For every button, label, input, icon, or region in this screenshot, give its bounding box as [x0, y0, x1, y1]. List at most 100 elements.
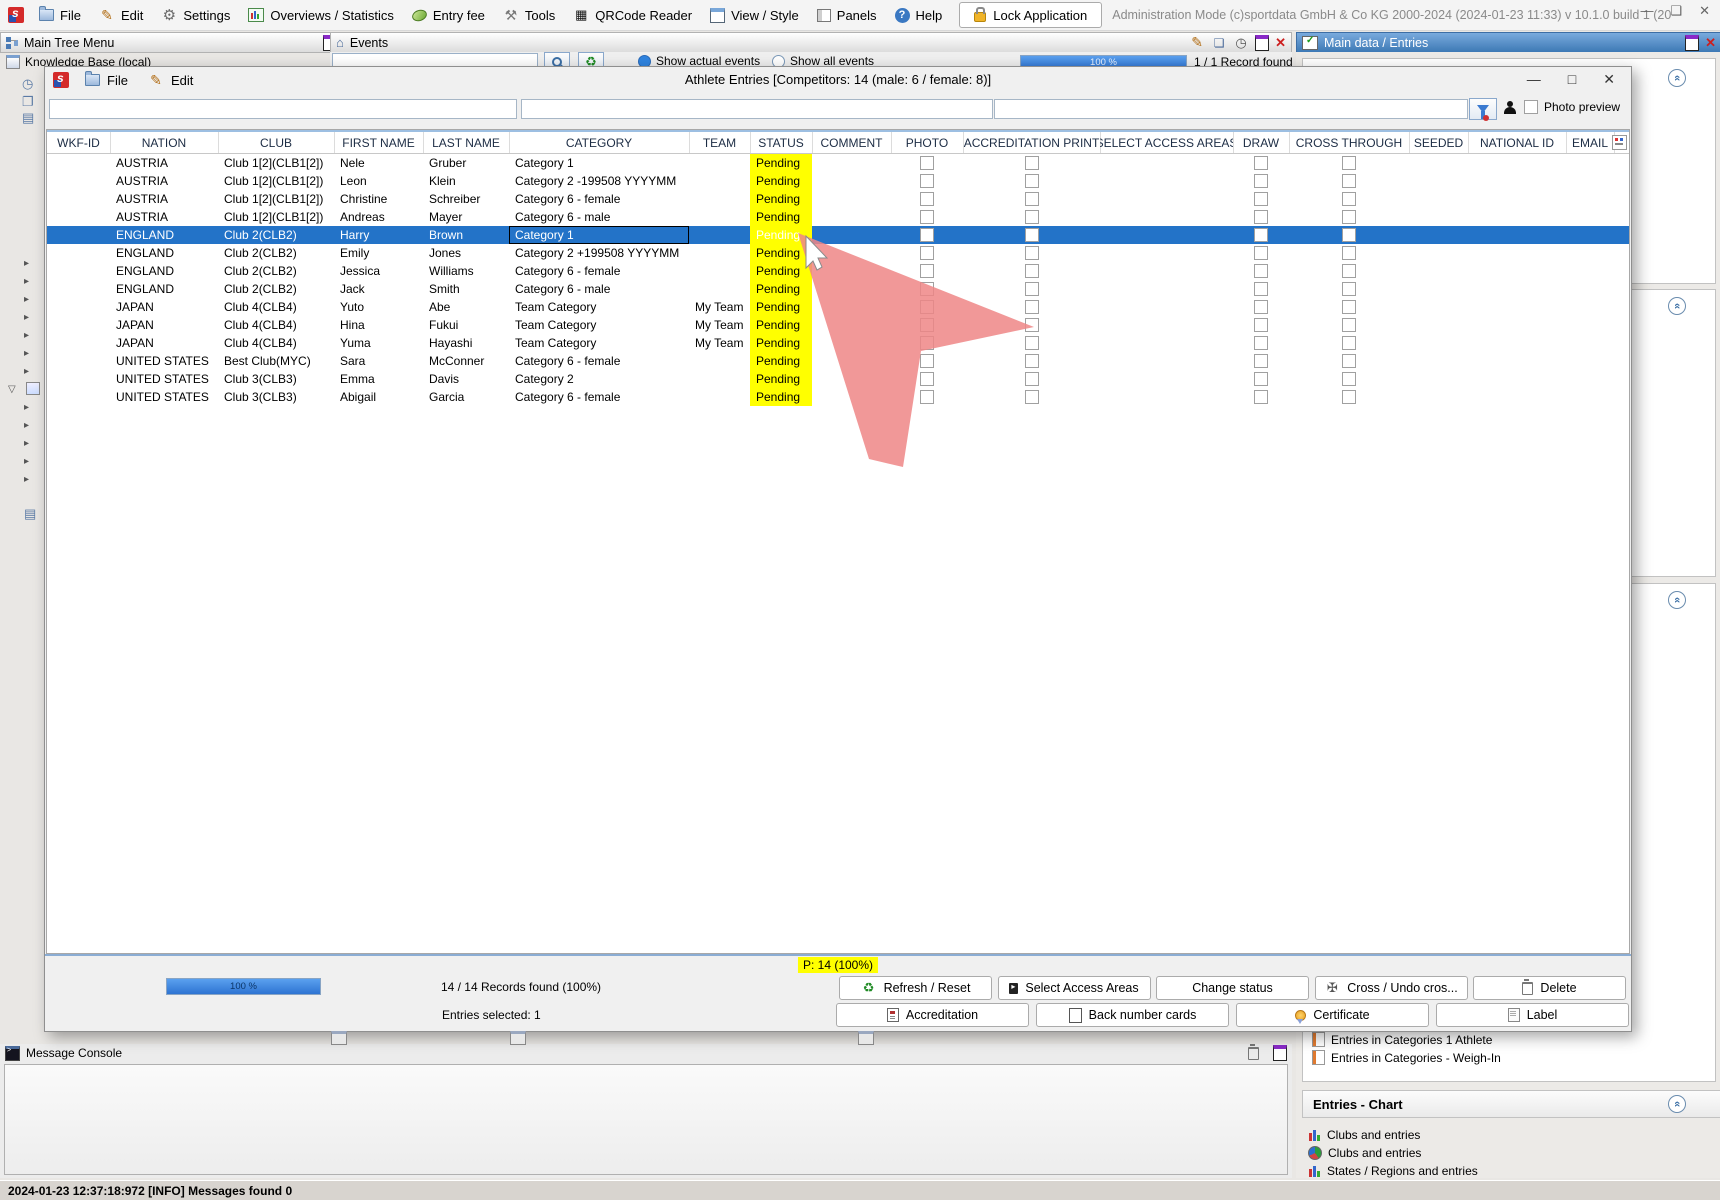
- photo-checkbox[interactable]: [920, 192, 934, 206]
- delete-button[interactable]: Delete: [1473, 976, 1626, 1000]
- column-settings-icon[interactable]: [1612, 135, 1627, 150]
- accreditation-print-checkbox[interactable]: [1025, 210, 1039, 224]
- table-row-sara-mcconner[interactable]: UNITED STATESBest Club(MYC)SaraMcConnerC…: [47, 352, 1629, 370]
- table-row-leon-klein[interactable]: AUSTRIAClub 1[2](CLB1[2])LeonKleinCatego…: [47, 172, 1629, 190]
- photo-checkbox[interactable]: [920, 282, 934, 296]
- cross-through-checkbox[interactable]: [1342, 372, 1356, 386]
- menu-item-entry-fee[interactable]: Entry fee: [403, 0, 494, 30]
- cross-through-checkbox[interactable]: [1342, 300, 1356, 314]
- collapse-chevron-icon[interactable]: «: [1668, 69, 1686, 87]
- tree-expander-icon[interactable]: ▸: [24, 258, 29, 269]
- menu-item-view-style[interactable]: View / Style: [701, 0, 808, 30]
- maximize-icon[interactable]: ❑: [1670, 3, 1682, 19]
- clear-console-icon[interactable]: [1248, 1047, 1259, 1060]
- minimize-icon[interactable]: —: [1640, 3, 1653, 19]
- menu-item-qrcode-reader[interactable]: ▦QRCode Reader: [564, 0, 701, 30]
- clipboard-icon[interactable]: ▤: [22, 110, 34, 126]
- table-row-abigail-garcia[interactable]: UNITED STATESClub 3(CLB3)AbigailGarciaCa…: [47, 388, 1629, 406]
- photo-checkbox[interactable]: [920, 390, 934, 404]
- photo-checkbox[interactable]: [920, 174, 934, 188]
- cross-through-checkbox[interactable]: [1342, 246, 1356, 260]
- tree-expander-icon[interactable]: ▸: [24, 276, 29, 287]
- draw-checkbox[interactable]: [1254, 174, 1268, 188]
- tree-collapse-icon[interactable]: ▽: [8, 384, 16, 395]
- column-header-national-id[interactable]: NATIONAL ID: [1468, 132, 1567, 153]
- column-header-seeded[interactable]: SEEDED: [1409, 132, 1469, 153]
- tree-expander-icon[interactable]: ▸: [24, 420, 29, 431]
- menu-item-edit[interactable]: ✎Edit: [90, 0, 152, 30]
- table-row-jack-smith[interactable]: ENGLANDClub 2(CLB2)JackSmithCategory 6 -…: [47, 280, 1629, 298]
- cross-undo-cros-button[interactable]: ✠Cross / Undo cros...: [1315, 976, 1468, 1000]
- draw-checkbox[interactable]: [1254, 246, 1268, 260]
- tree-expander-icon[interactable]: ▸: [24, 312, 29, 323]
- photo-checkbox[interactable]: [920, 300, 934, 314]
- filter-button[interactable]: [1469, 98, 1497, 120]
- accreditation-button[interactable]: Accreditation: [836, 1003, 1029, 1027]
- photo-checkbox[interactable]: [920, 264, 934, 278]
- photo-checkbox[interactable]: [920, 210, 934, 224]
- tree-node-icon[interactable]: [26, 382, 40, 395]
- lock-application-button[interactable]: Lock Application: [959, 2, 1102, 28]
- table-row-harry-brown[interactable]: ENGLANDClub 2(CLB2)HarryBrownCategory 1P…: [47, 226, 1629, 244]
- main-data-restore-icon[interactable]: [1685, 35, 1699, 51]
- chart-item-clubs-and-entries-0[interactable]: Clubs and entries: [1308, 1128, 1420, 1142]
- column-header-last-name[interactable]: LAST NAME: [423, 132, 510, 153]
- cross-through-checkbox[interactable]: [1342, 264, 1356, 278]
- filter-input-1[interactable]: [49, 99, 517, 119]
- refresh-reset-button[interactable]: ♻Refresh / Reset: [839, 976, 992, 1000]
- tree-expander-icon[interactable]: ▸: [24, 330, 29, 341]
- collapse-chevron-icon[interactable]: «: [1668, 1095, 1686, 1113]
- events-restore-icon[interactable]: [1255, 35, 1269, 51]
- column-header-first-name[interactable]: FIRST NAME: [334, 132, 424, 153]
- photo-checkbox[interactable]: [920, 372, 934, 386]
- menu-item-panels[interactable]: Panels: [808, 0, 886, 30]
- accreditation-print-checkbox[interactable]: [1025, 336, 1039, 350]
- dialog-menu-edit[interactable]: ✎ Edit: [138, 67, 203, 93]
- table-row-nele-gruber[interactable]: AUSTRIAClub 1[2](CLB1[2])NeleGruberCateg…: [47, 154, 1629, 172]
- column-header-nation[interactable]: NATION: [110, 132, 219, 153]
- table-row-jessica-williams[interactable]: ENGLANDClub 2(CLB2)JessicaWilliamsCatego…: [47, 262, 1629, 280]
- tree-expander-icon[interactable]: ▸: [24, 402, 29, 413]
- tree-expander-icon[interactable]: ▸: [24, 348, 29, 359]
- column-header-cross-through[interactable]: CROSS THROUGH: [1289, 132, 1410, 153]
- events-copy-icon[interactable]: ❏: [1211, 35, 1227, 51]
- accreditation-print-checkbox[interactable]: [1025, 246, 1039, 260]
- dialog-maximize-icon[interactable]: □: [1568, 71, 1576, 88]
- cross-through-checkbox[interactable]: [1342, 192, 1356, 206]
- filter-input-3[interactable]: [994, 99, 1468, 119]
- column-header-category[interactable]: CATEGORY: [509, 132, 690, 153]
- menu-item-tools[interactable]: ⚒Tools: [494, 0, 564, 30]
- draw-checkbox[interactable]: [1254, 264, 1268, 278]
- cross-through-checkbox[interactable]: [1342, 210, 1356, 224]
- cross-through-checkbox[interactable]: [1342, 228, 1356, 242]
- photo-checkbox[interactable]: [920, 354, 934, 368]
- tree-expander-icon[interactable]: ▸: [24, 456, 29, 467]
- events-history-icon[interactable]: ◷: [1233, 35, 1249, 51]
- draw-checkbox[interactable]: [1254, 318, 1268, 332]
- draw-checkbox[interactable]: [1254, 354, 1268, 368]
- cross-through-checkbox[interactable]: [1342, 282, 1356, 296]
- chart-item-states-regions-and-entries-2[interactable]: States / Regions and entries: [1308, 1164, 1478, 1178]
- cross-through-checkbox[interactable]: [1342, 354, 1356, 368]
- menu-item-settings[interactable]: ⚙Settings: [152, 0, 239, 30]
- photo-checkbox[interactable]: [920, 228, 934, 242]
- draw-checkbox[interactable]: [1254, 372, 1268, 386]
- events-close-icon[interactable]: ✕: [1275, 35, 1286, 51]
- table-row-yuto-abe[interactable]: JAPANClub 4(CLB4)YutoAbeTeam CategoryMy …: [47, 298, 1629, 316]
- label-button[interactable]: Label: [1436, 1003, 1629, 1027]
- events-edit-icon[interactable]: ✎: [1189, 35, 1205, 51]
- draw-checkbox[interactable]: [1254, 210, 1268, 224]
- photo-checkbox[interactable]: [920, 318, 934, 332]
- table-row-emily-jones[interactable]: ENGLANDClub 2(CLB2)EmilyJonesCategory 2 …: [47, 244, 1629, 262]
- accreditation-print-checkbox[interactable]: [1025, 390, 1039, 404]
- tree-expander-icon[interactable]: ▸: [24, 438, 29, 449]
- certificate-button[interactable]: Certificate: [1236, 1003, 1429, 1027]
- accreditation-print-checkbox[interactable]: [1025, 372, 1039, 386]
- tree-expander-icon[interactable]: ▸: [24, 366, 29, 377]
- pages-icon[interactable]: ❐: [22, 94, 34, 110]
- history-icon[interactable]: ◷: [22, 76, 33, 92]
- draw-checkbox[interactable]: [1254, 192, 1268, 206]
- tree-node-icon[interactable]: ▤: [24, 506, 36, 522]
- accreditation-print-checkbox[interactable]: [1025, 300, 1039, 314]
- draw-checkbox[interactable]: [1254, 228, 1268, 242]
